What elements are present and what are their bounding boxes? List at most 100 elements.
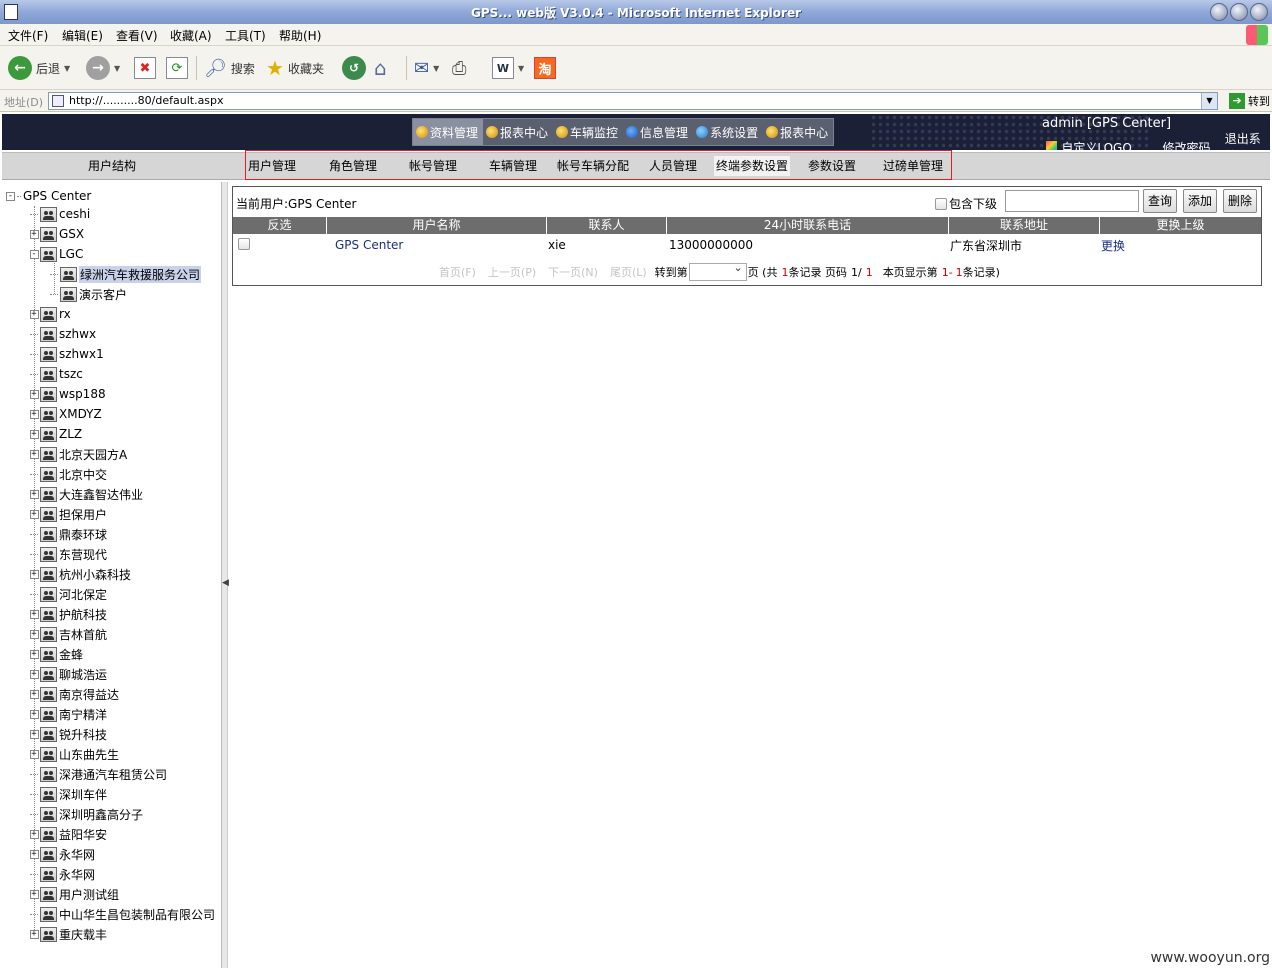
- expand-icon[interactable]: +: [29, 489, 39, 499]
- tree-node[interactable]: + 山东曲先生: [28, 744, 119, 764]
- maximize-button[interactable]: [1230, 3, 1248, 21]
- tree-node[interactable]: + 重庆载丰: [28, 924, 107, 944]
- tree-node-label[interactable]: 大连鑫智达伟业: [59, 486, 143, 503]
- tree-node[interactable]: 永华网: [28, 864, 95, 884]
- expand-icon[interactable]: +: [29, 729, 39, 739]
- tree-node-label[interactable]: 金蜂: [59, 646, 83, 663]
- minimize-button[interactable]: [1210, 3, 1228, 21]
- tree-node[interactable]: + 担保用户: [28, 504, 107, 524]
- expand-icon[interactable]: +: [29, 689, 39, 699]
- custom-logo-link[interactable]: 自定义LOGO: [1061, 139, 1142, 151]
- collapse-icon[interactable]: -: [29, 249, 39, 259]
- expand-icon[interactable]: +: [29, 309, 39, 319]
- home-button[interactable]: ⌂: [374, 54, 387, 82]
- nav-vehicle-monitor[interactable]: 车辆监控: [553, 119, 623, 145]
- row-change-parent-link[interactable]: 更换: [1101, 237, 1125, 254]
- refresh-button[interactable]: ⟳: [166, 54, 188, 82]
- tree-node-label[interactable]: 河北保定: [59, 586, 107, 603]
- expand-icon[interactable]: +: [29, 229, 39, 239]
- tree-node[interactable]: + 南京得益达: [28, 684, 119, 704]
- nav-info-management[interactable]: 信息管理: [623, 119, 693, 145]
- search-button[interactable]: 🔎︎ 搜索: [204, 54, 255, 82]
- tree-node[interactable]: 深港通汽车租赁公司: [28, 764, 167, 784]
- row-checkbox[interactable]: [238, 237, 250, 250]
- tree-node[interactable]: 北京中交: [28, 464, 107, 484]
- tree-node[interactable]: + 永华网: [28, 844, 95, 864]
- tab-weighbill-management[interactable]: 过磅单管理: [883, 156, 943, 176]
- tree-node[interactable]: 中山华生昌包装制品有限公司: [28, 904, 215, 924]
- tab-account-management[interactable]: 帐号管理: [409, 156, 457, 176]
- add-button[interactable]: 添加: [1183, 189, 1218, 213]
- logout-link[interactable]: 退出系统: [1225, 130, 1270, 150]
- expand-icon[interactable]: +: [29, 749, 39, 759]
- tree-node-label[interactable]: 南京得益达: [59, 686, 119, 703]
- tree-root[interactable]: - GPS Center: [6, 188, 91, 204]
- tree-node[interactable]: 鼎泰环球: [28, 524, 107, 544]
- tab-account-vehicle-assign[interactable]: 帐号车辆分配: [557, 156, 629, 176]
- tree-node[interactable]: + 杭州小森科技: [28, 564, 131, 584]
- go-button[interactable]: ➔ 转到: [1229, 93, 1270, 109]
- menu-favorites[interactable]: 收藏(A): [170, 27, 212, 44]
- nav-system-settings[interactable]: 系统设置: [693, 119, 763, 145]
- tab-vehicle-management[interactable]: 车辆管理: [489, 156, 537, 176]
- tree-node-label[interactable]: 永华网: [59, 846, 95, 863]
- expand-icon[interactable]: +: [29, 829, 39, 839]
- expand-icon[interactable]: +: [29, 889, 39, 899]
- nav-report-center-2[interactable]: 报表中心: [763, 119, 833, 145]
- tree-node[interactable]: 深圳明鑫高分子: [28, 804, 143, 824]
- tab-user-management[interactable]: 用户管理: [248, 156, 296, 176]
- tree-node-label[interactable]: 深港通汽车租赁公司: [59, 766, 167, 783]
- change-password-link[interactable]: 修改密码: [1162, 139, 1224, 151]
- include-sub-option[interactable]: 包含下级: [935, 195, 997, 212]
- tree-node-label[interactable]: szhwx1: [59, 347, 104, 361]
- tree-node-label[interactable]: wsp188: [59, 387, 106, 401]
- tree-node[interactable]: 东营现代: [28, 544, 107, 564]
- tree-node-label[interactable]: 南宁精洋: [59, 706, 107, 723]
- expand-icon[interactable]: +: [29, 649, 39, 659]
- expand-icon[interactable]: +: [29, 409, 39, 419]
- col-invert-select[interactable]: 反选: [233, 217, 327, 234]
- include-sub-checkbox[interactable]: [935, 197, 947, 210]
- tree-node[interactable]: ceshi: [28, 204, 90, 224]
- tree-node-label[interactable]: 东营现代: [59, 546, 107, 563]
- tree-node[interactable]: + rx: [28, 304, 71, 324]
- expand-icon[interactable]: +: [29, 389, 39, 399]
- tree-node[interactable]: 河北保定: [28, 584, 107, 604]
- last-page-link[interactable]: 尾页(L): [610, 264, 647, 280]
- tree-node-label[interactable]: rx: [59, 307, 71, 321]
- close-window-button[interactable]: [1250, 3, 1268, 21]
- tree-node[interactable]: + 吉林首航: [28, 624, 107, 644]
- expand-icon[interactable]: +: [29, 509, 39, 519]
- expand-icon[interactable]: +: [29, 569, 39, 579]
- tree-node[interactable]: + 北京天园方A: [28, 444, 127, 464]
- tab-role-management[interactable]: 角色管理: [329, 156, 377, 176]
- search-input[interactable]: [1005, 190, 1139, 212]
- expand-icon[interactable]: +: [29, 669, 39, 679]
- expand-icon[interactable]: +: [29, 849, 39, 859]
- tree-node-label[interactable]: 吉林首航: [59, 626, 107, 643]
- tree-node[interactable]: + 金蜂: [28, 644, 83, 664]
- tree-node-label[interactable]: 锐升科技: [59, 726, 107, 743]
- delete-button[interactable]: 删除: [1223, 189, 1258, 213]
- tree-node[interactable]: 深圳车伴: [28, 784, 107, 804]
- tree-node-label[interactable]: 杭州小森科技: [59, 566, 131, 583]
- menu-view[interactable]: 查看(V): [116, 27, 158, 44]
- tree-node-label[interactable]: 益阳华安: [59, 826, 107, 843]
- tree-root-label[interactable]: GPS Center: [23, 189, 91, 203]
- tree-node[interactable]: + GSX: [28, 224, 84, 244]
- tree-node[interactable]: tszc: [28, 364, 83, 384]
- tree-node[interactable]: + 大连鑫智达伟业: [28, 484, 143, 504]
- history-button[interactable]: ↺: [342, 54, 366, 82]
- tree-node[interactable]: + 南宁精洋: [28, 704, 107, 724]
- expand-icon[interactable]: +: [29, 429, 39, 439]
- tree-node[interactable]: + 护航科技: [28, 604, 107, 624]
- tree-node-label[interactable]: ZLZ: [59, 427, 82, 441]
- next-page-link[interactable]: 下一页(N): [548, 264, 598, 280]
- query-button[interactable]: 查询: [1143, 189, 1178, 213]
- expand-icon[interactable]: +: [29, 609, 39, 619]
- tree-node-label[interactable]: 护航科技: [59, 606, 107, 623]
- expand-icon[interactable]: +: [29, 929, 39, 939]
- pane-splitter[interactable]: ◀: [222, 182, 229, 968]
- tree-node[interactable]: - LGC: [28, 244, 83, 264]
- tab-personnel-management[interactable]: 人员管理: [649, 156, 697, 176]
